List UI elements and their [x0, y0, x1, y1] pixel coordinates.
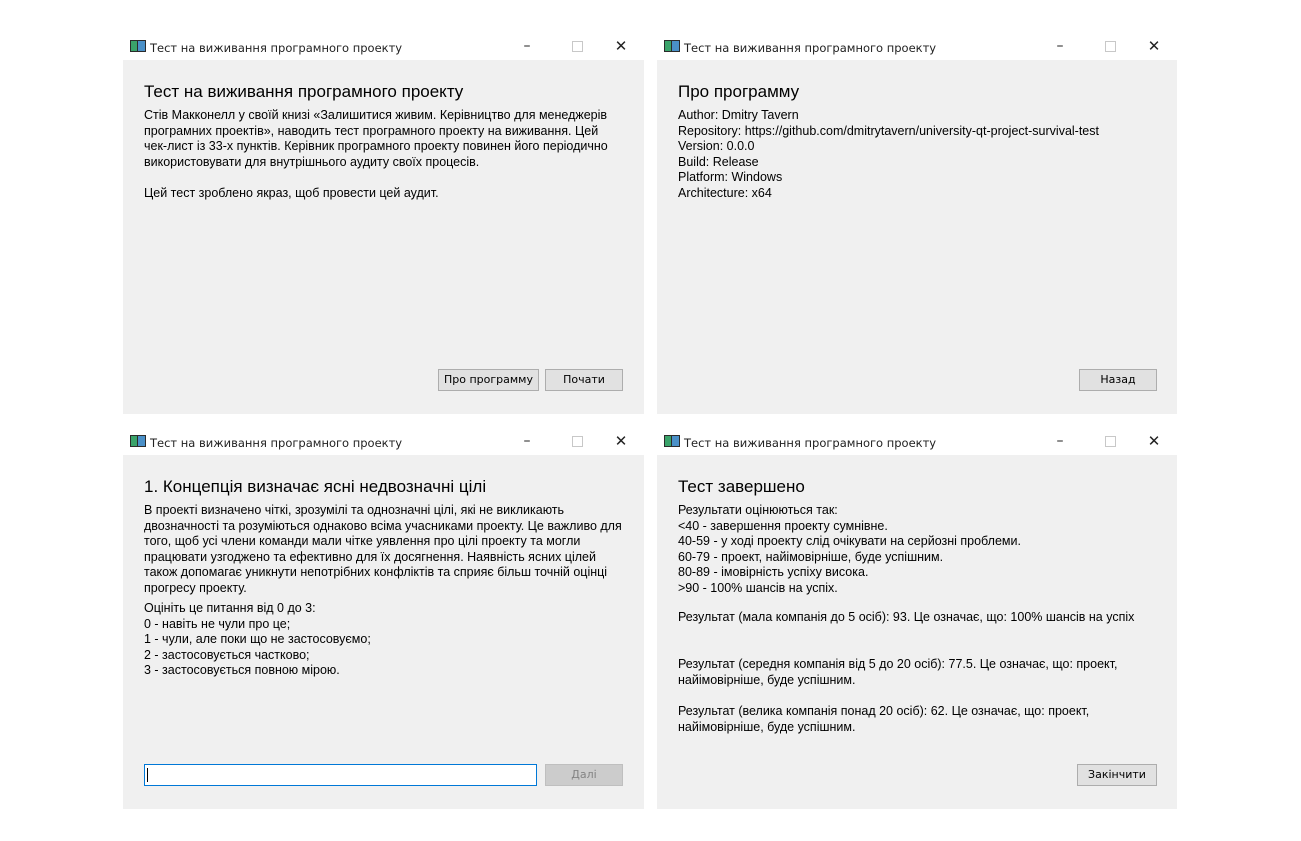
app-window-icon	[130, 40, 146, 52]
question-client-area: 1. Концепція визначає ясні недвозначні ц…	[123, 455, 644, 809]
title-bar[interactable]: Тест на виживання програмного проекту – …	[657, 32, 1177, 60]
back-button[interactable]: Назад	[1079, 369, 1157, 391]
window-title: Тест на виживання програмного проекту	[684, 436, 937, 450]
finish-button[interactable]: Закінчити	[1077, 764, 1157, 786]
maximize-icon[interactable]	[1095, 36, 1125, 56]
result-small-company: Результат (мала компанія до 5 осіб): 93.…	[678, 610, 1135, 624]
close-icon[interactable]: ✕	[1139, 431, 1169, 451]
about-client-area: Про программу Author: Dmitry Tavern Repo…	[657, 60, 1177, 414]
about-info: Author: Dmitry Tavern Repository: https:…	[678, 108, 1099, 200]
rating-scale: Оцініть це питання від 0 до 3: 0 - навіт…	[144, 601, 371, 678]
window-title: Тест на виживання програмного проекту	[150, 436, 403, 450]
result-window: Тест на виживання програмного проекту – …	[657, 427, 1177, 809]
title-bar[interactable]: Тест на виживання програмного проекту – …	[123, 427, 644, 455]
close-icon[interactable]: ✕	[606, 431, 636, 451]
result-medium-company: Результат (середня компанія від 5 до 20 …	[678, 657, 1118, 687]
question-title: 1. Концепція визначає ясні недвозначні ц…	[144, 477, 487, 496]
about-button[interactable]: Про программу	[438, 369, 539, 391]
minimize-icon[interactable]: –	[1045, 36, 1075, 56]
start-button[interactable]: Почати	[545, 369, 623, 391]
app-window-icon	[664, 40, 680, 52]
app-window-icon	[130, 435, 146, 447]
page-title: Тест на виживання програмного проекту	[144, 82, 464, 101]
page-title: Тест завершено	[678, 477, 805, 496]
about-window: Тест на виживання програмного проекту – …	[657, 32, 1177, 414]
answer-input[interactable]	[144, 764, 537, 786]
title-bar[interactable]: Тест на виживання програмного проекту – …	[123, 32, 644, 60]
intro-description: Стів Макконелл у своїй книзі «Залишитися…	[144, 108, 608, 200]
text-caret	[147, 768, 148, 782]
next-button[interactable]: Далі	[545, 764, 623, 786]
question-description: В проекті визначено чіткі, зрозумілі та …	[144, 503, 622, 595]
intro-window: Тест на виживання програмного проекту – …	[123, 32, 644, 414]
window-title: Тест на виживання програмного проекту	[150, 41, 403, 55]
question-window: Тест на виживання програмного проекту – …	[123, 427, 644, 809]
result-large-company: Результат (велика компанія понад 20 осіб…	[678, 704, 1090, 734]
result-client-area: Тест завершено Результати оцінюються так…	[657, 455, 1177, 809]
title-bar[interactable]: Тест на виживання програмного проекту – …	[657, 427, 1177, 455]
window-title: Тест на виживання програмного проекту	[684, 41, 937, 55]
close-icon[interactable]: ✕	[1139, 36, 1169, 56]
minimize-icon[interactable]: –	[512, 431, 542, 451]
app-window-icon	[664, 435, 680, 447]
close-icon[interactable]: ✕	[606, 36, 636, 56]
maximize-icon[interactable]	[562, 36, 592, 56]
result-scale: Результати оцінюються так: <40 - заверше…	[678, 503, 1021, 595]
minimize-icon[interactable]: –	[1045, 431, 1075, 451]
maximize-icon[interactable]	[562, 431, 592, 451]
page-title: Про программу	[678, 82, 800, 101]
minimize-icon[interactable]: –	[512, 36, 542, 56]
maximize-icon[interactable]	[1095, 431, 1125, 451]
intro-client-area: Тест на виживання програмного проекту Ст…	[123, 60, 644, 414]
